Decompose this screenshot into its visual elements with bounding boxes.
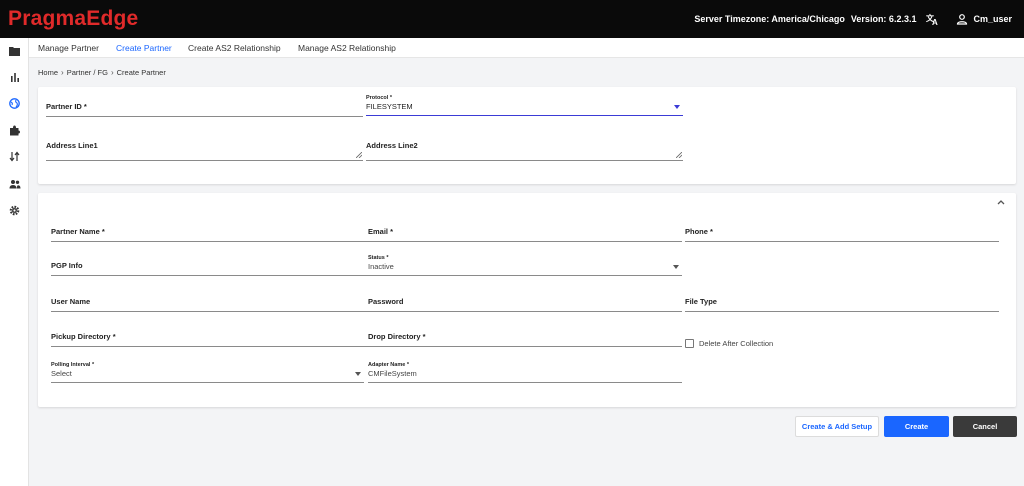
svg-text:A: A — [932, 18, 938, 26]
address-line2-label: Address Line2 — [366, 141, 418, 150]
breadcrumb-partner[interactable]: Partner / FG — [67, 68, 108, 77]
tab-manage-as2-relationship[interactable]: Manage AS2 Relationship — [298, 43, 396, 53]
translate-icon[interactable]: 文A — [926, 12, 940, 26]
dropdown-arrow-icon — [673, 265, 679, 269]
file-type-field[interactable]: File Type — [685, 290, 999, 312]
delete-after-collection-label: Delete After Collection — [699, 339, 774, 348]
protocol-label: Protocol * — [366, 95, 392, 101]
cancel-button[interactable]: Cancel — [953, 416, 1017, 437]
pickup-directory-field[interactable]: Pickup Directory * — [51, 325, 368, 347]
address-line1-field[interactable]: Address Line1 — [46, 139, 363, 161]
dropdown-arrow-icon — [355, 372, 361, 376]
protocol-value: FILESYSTEM — [366, 102, 413, 111]
pgp-info-label: PGP Info — [51, 261, 83, 270]
tab-create-partner[interactable]: Create Partner — [116, 43, 172, 53]
email-label: Email * — [368, 227, 394, 236]
partner-id-label: Partner ID * — [46, 102, 87, 111]
partner-details-card: Partner Name * Email * Phone * PGP Info … — [38, 193, 1016, 407]
protocol-select[interactable]: Protocol * FILESYSTEM — [366, 94, 683, 116]
phone-field[interactable]: Phone * — [685, 220, 999, 242]
top-bar-right: Server Timezone: America/Chicago Version… — [694, 12, 1012, 26]
resize-handle-icon[interactable] — [356, 152, 362, 158]
create-button[interactable]: Create — [884, 416, 949, 437]
puzzle-icon[interactable] — [8, 124, 21, 137]
delete-after-collection-checkbox[interactable] — [685, 339, 694, 348]
chevron-right-icon: › — [61, 68, 64, 77]
create-and-add-setup-button[interactable]: Create & Add Setup — [795, 416, 879, 437]
file-type-label: File Type — [685, 297, 717, 306]
user-name-label: User Name — [51, 297, 91, 306]
status-select[interactable]: Status * Inactive — [368, 254, 682, 276]
partner-basic-card: Partner ID * Protocol * FILESYSTEM Addre… — [38, 87, 1016, 184]
gear-icon[interactable] — [8, 204, 21, 217]
polling-interval-value: Select — [51, 369, 72, 378]
pickup-directory-label: Pickup Directory * — [51, 332, 116, 341]
server-timezone: Server Timezone: America/Chicago — [694, 14, 845, 24]
partner-name-label: Partner Name * — [51, 227, 105, 236]
globe-icon[interactable] — [8, 97, 21, 110]
pgp-info-field[interactable]: PGP Info — [51, 254, 368, 276]
chart-icon[interactable] — [8, 71, 21, 84]
tab-manage-partner[interactable]: Manage Partner — [38, 43, 99, 53]
users-icon[interactable] — [8, 177, 21, 190]
dropdown-arrow-icon — [674, 105, 680, 109]
adapter-name-field[interactable]: Adapter Name * CMFileSystem — [368, 361, 682, 383]
drop-directory-label: Drop Directory * — [368, 332, 426, 341]
status-label: Status * — [368, 255, 389, 261]
chevron-up-icon[interactable] — [996, 198, 1006, 206]
folder-icon[interactable] — [8, 44, 21, 57]
app-logo: PragmaEdge — [8, 7, 139, 30]
address-line2-field[interactable]: Address Line2 — [366, 139, 683, 161]
adapter-name-label: Adapter Name * — [368, 362, 409, 368]
adapter-name-value: CMFileSystem — [368, 369, 417, 378]
user-icon[interactable] — [956, 13, 968, 25]
polling-interval-select[interactable]: Polling Interval * Select — [51, 361, 364, 383]
address-line1-label: Address Line1 — [46, 141, 98, 150]
breadcrumb-home[interactable]: Home — [38, 68, 58, 77]
delete-after-collection-option[interactable]: Delete After Collection — [685, 339, 773, 348]
transfer-icon[interactable] — [8, 150, 21, 163]
tab-create-as2-relationship[interactable]: Create AS2 Relationship — [188, 43, 281, 53]
password-label: Password — [368, 297, 404, 306]
polling-interval-label: Polling Interval * — [51, 362, 95, 368]
sidebar — [0, 38, 29, 486]
status-value: Inactive — [368, 262, 394, 271]
drop-directory-field[interactable]: Drop Directory * — [368, 325, 682, 347]
app-version: Version: 6.2.3.1 — [850, 14, 917, 24]
partner-id-field[interactable]: Partner ID * — [46, 95, 363, 117]
breadcrumb-current: Create Partner — [116, 68, 166, 77]
phone-label: Phone * — [685, 227, 713, 236]
resize-handle-icon[interactable] — [676, 152, 682, 158]
email-field[interactable]: Email * — [368, 220, 682, 242]
breadcrumb: Home › Partner / FG › Create Partner — [38, 68, 166, 77]
partner-name-field[interactable]: Partner Name * — [51, 220, 368, 242]
top-bar: PragmaEdge Server Timezone: America/Chic… — [0, 0, 1024, 38]
chevron-right-icon: › — [110, 68, 114, 77]
password-field[interactable]: Password — [368, 290, 682, 312]
sub-navigation: Manage Partner Create Partner Create AS2… — [29, 38, 1024, 58]
user-name-field[interactable]: User Name — [51, 290, 368, 312]
user-name[interactable]: Cm_user — [973, 14, 1012, 24]
